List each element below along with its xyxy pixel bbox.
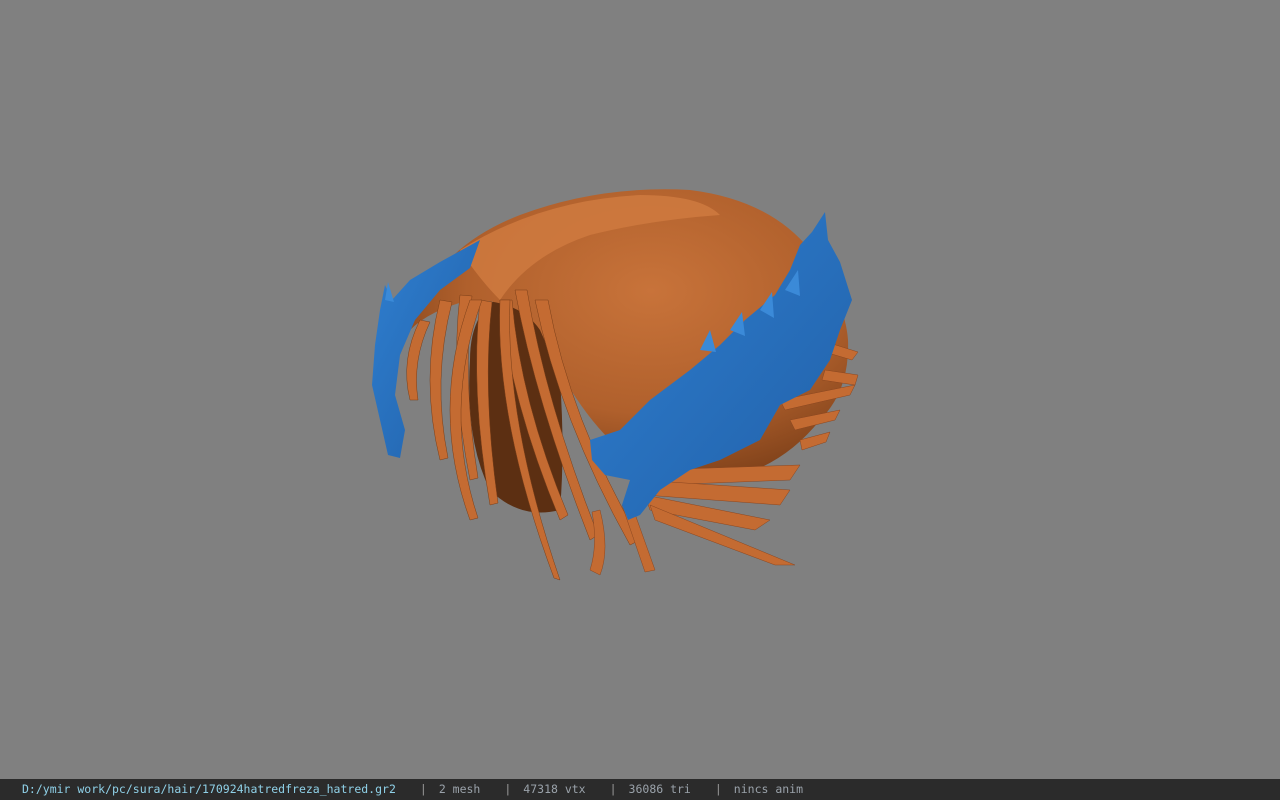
hair-model-render[interactable]	[0, 0, 1280, 779]
status-bar: D:/ymir work/pc/sura/hair/170924hatredfr…	[0, 779, 1280, 800]
vertex-count: 47318 vtx	[523, 782, 586, 796]
file-path: D:/ymir work/pc/sura/hair/170924hatredfr…	[22, 782, 396, 796]
3d-viewport[interactable]	[0, 0, 1280, 779]
mesh-count: 2 mesh	[438, 782, 481, 796]
triangle-count: 36086 tri	[628, 782, 691, 796]
status-separator: |	[609, 782, 617, 796]
status-separator: |	[714, 782, 722, 796]
animation-status: nincs anim	[733, 782, 804, 796]
status-separator: |	[419, 782, 427, 796]
status-separator: |	[504, 782, 512, 796]
